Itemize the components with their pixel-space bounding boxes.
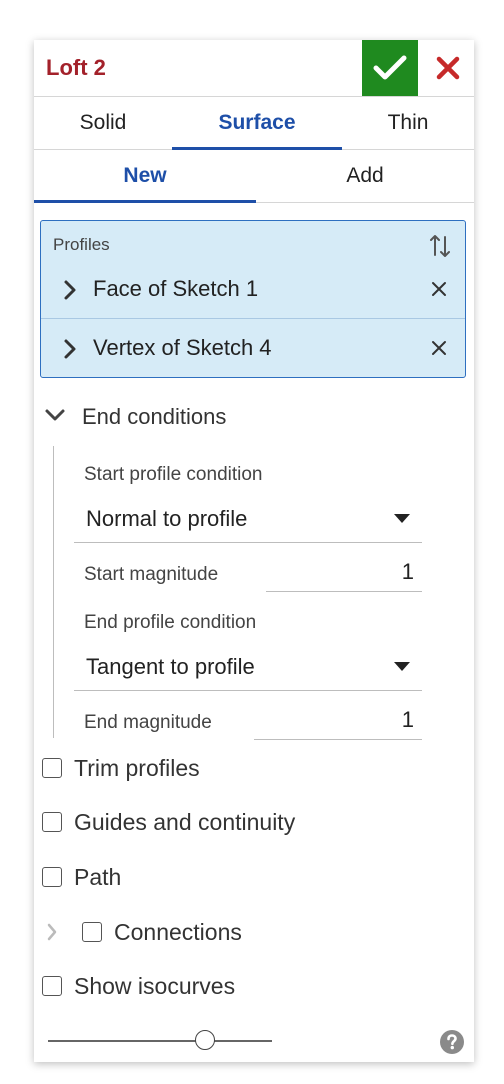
isocurves-label[interactable]: Show isocurves bbox=[74, 973, 235, 1000]
connections-label[interactable]: Connections bbox=[114, 919, 242, 946]
start-condition-select[interactable]: Normal to profile bbox=[74, 496, 422, 543]
confirm-button[interactable] bbox=[362, 40, 418, 96]
slider-track bbox=[48, 1040, 272, 1042]
reorder-icon[interactable] bbox=[429, 233, 451, 264]
slider-thumb[interactable] bbox=[194, 1030, 215, 1050]
tab-surface[interactable]: Surface bbox=[172, 97, 342, 150]
operation-tabs: New Add bbox=[34, 150, 474, 203]
connections-checkbox[interactable] bbox=[82, 922, 102, 942]
trim-profiles-option: Trim profiles bbox=[42, 754, 442, 784]
start-magnitude-row: Start magnitude 1 bbox=[74, 552, 422, 592]
end-condition-select[interactable]: Tangent to profile bbox=[74, 644, 422, 691]
dialog-title: Loft 2 bbox=[46, 55, 106, 80]
isocurves-option: Show isocurves bbox=[42, 972, 442, 1002]
connections-option: Connections bbox=[42, 918, 442, 948]
path-option: Path bbox=[42, 863, 442, 893]
cancel-button[interactable] bbox=[422, 40, 474, 96]
profile-item[interactable]: Face of Sketch 1 bbox=[41, 261, 465, 321]
end-condition-value: Tangent to profile bbox=[86, 654, 255, 679]
dialog-header: Loft 2 bbox=[34, 40, 474, 97]
dropdown-caret-icon bbox=[394, 662, 410, 671]
profile-item[interactable]: Vertex of Sketch 4 bbox=[41, 320, 465, 380]
tab-new[interactable]: New bbox=[34, 150, 256, 203]
start-condition-value: Normal to profile bbox=[86, 506, 248, 531]
chevron-right-icon[interactable] bbox=[63, 279, 77, 301]
remove-icon[interactable] bbox=[431, 340, 447, 356]
guides-checkbox[interactable] bbox=[42, 812, 62, 832]
help-icon[interactable] bbox=[440, 1030, 464, 1059]
end-magnitude-input[interactable]: 1 bbox=[254, 700, 422, 740]
close-icon bbox=[436, 56, 460, 80]
tab-thin[interactable]: Thin bbox=[342, 97, 474, 149]
profile-divider bbox=[41, 318, 465, 319]
chevron-right-icon[interactable] bbox=[46, 922, 58, 942]
guides-option: Guides and continuity bbox=[42, 808, 442, 838]
section-indent-line bbox=[53, 446, 54, 738]
start-magnitude-input[interactable]: 1 bbox=[266, 552, 422, 592]
profiles-label: Profiles bbox=[53, 235, 110, 254]
path-label[interactable]: Path bbox=[74, 864, 121, 891]
isocurves-checkbox[interactable] bbox=[42, 976, 62, 996]
profile-item-label: Face of Sketch 1 bbox=[93, 276, 259, 301]
trim-profiles-checkbox[interactable] bbox=[42, 758, 62, 778]
isocurve-density-slider[interactable] bbox=[48, 1030, 272, 1052]
profile-item-label: Vertex of Sketch 4 bbox=[93, 335, 272, 360]
loft-feature-dialog: Loft 2 Solid Surface Thin New Add Profil… bbox=[34, 40, 474, 1062]
end-magnitude-label: End magnitude bbox=[84, 712, 212, 733]
start-condition-label: Start profile condition bbox=[84, 464, 263, 485]
end-condition-label: End profile condition bbox=[84, 612, 257, 633]
end-conditions-label: End conditions bbox=[82, 404, 227, 429]
end-magnitude-row: End magnitude 1 bbox=[74, 700, 422, 740]
profiles-selection-box[interactable]: Profiles Face of Sketch 1 Vertex of Sket… bbox=[40, 220, 466, 378]
chevron-right-icon[interactable] bbox=[63, 338, 77, 360]
guides-label[interactable]: Guides and continuity bbox=[74, 809, 295, 836]
chevron-down-icon[interactable] bbox=[44, 408, 66, 422]
tab-add[interactable]: Add bbox=[256, 150, 474, 202]
path-checkbox[interactable] bbox=[42, 867, 62, 887]
start-magnitude-label: Start magnitude bbox=[84, 564, 219, 585]
tab-solid[interactable]: Solid bbox=[34, 97, 172, 149]
checkmark-icon bbox=[373, 55, 407, 80]
end-conditions-header[interactable]: End conditions bbox=[42, 402, 442, 432]
remove-icon[interactable] bbox=[431, 281, 447, 297]
trim-profiles-label[interactable]: Trim profiles bbox=[74, 755, 200, 782]
body-type-tabs: Solid Surface Thin bbox=[34, 97, 474, 150]
dropdown-caret-icon bbox=[394, 514, 410, 523]
